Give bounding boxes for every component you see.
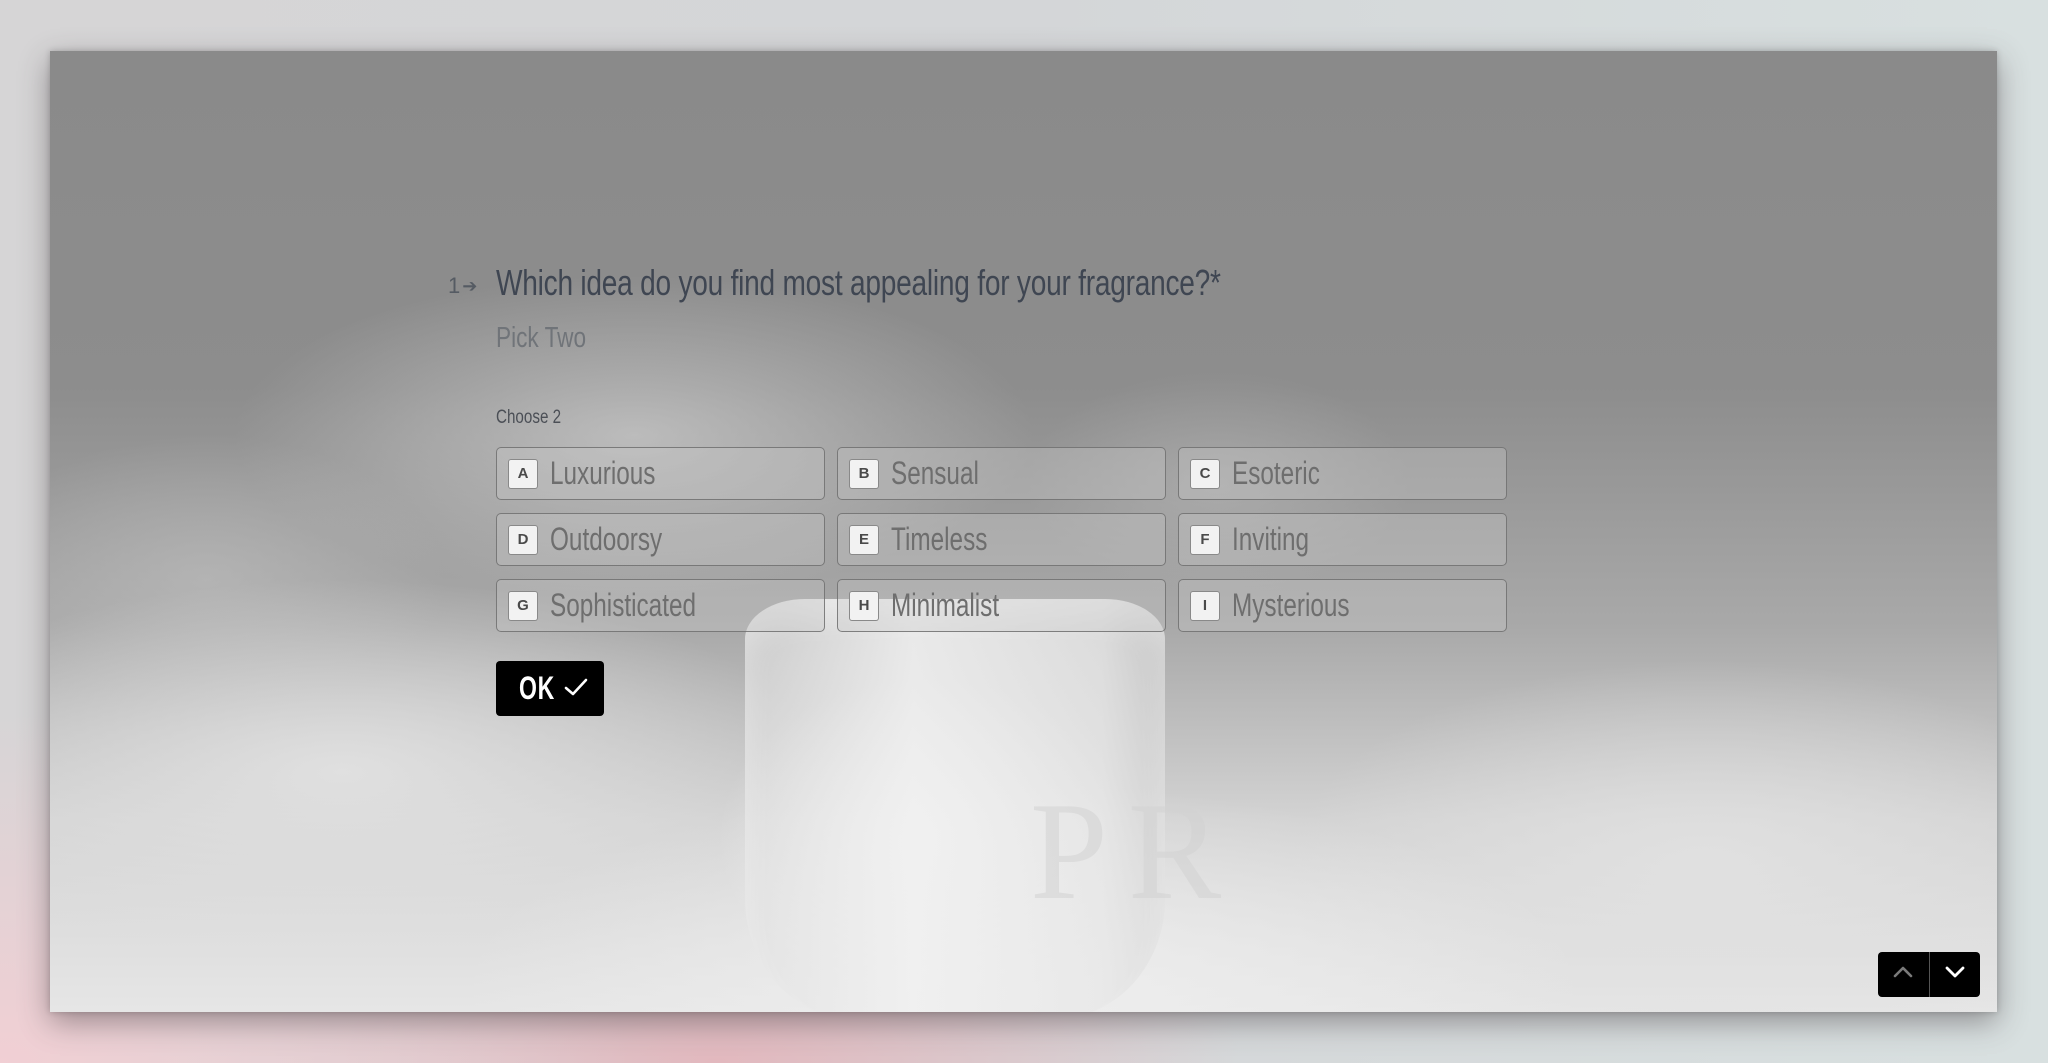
choice-b[interactable]: B Sensual (837, 447, 1166, 500)
choice-key: G (508, 590, 538, 621)
choice-label: Minimalist (891, 587, 1000, 623)
choice-h[interactable]: H Minimalist (837, 579, 1166, 632)
question-navigation (1878, 952, 1980, 997)
choice-label: Sensual (891, 455, 979, 491)
choice-key: D (508, 524, 538, 555)
choice-g[interactable]: G Sophisticated (496, 579, 825, 632)
choice-label: Sophisticated (550, 587, 697, 623)
choice-key: I (1190, 590, 1220, 621)
chevron-down-icon (1944, 965, 1966, 984)
previous-question-button[interactable] (1878, 952, 1929, 997)
choice-c[interactable]: C Esoteric (1178, 447, 1507, 500)
choice-key: A (508, 458, 538, 489)
question-number: 1 ➔ (448, 273, 477, 299)
choice-f[interactable]: F Inviting (1178, 513, 1507, 566)
choice-label: Inviting (1232, 521, 1310, 557)
choice-e[interactable]: E Timeless (837, 513, 1166, 566)
choice-i[interactable]: I Mysterious (1178, 579, 1507, 632)
choice-label: Outdoorsy (550, 521, 663, 557)
question-title: Which idea do you find most appealing fo… (496, 262, 1221, 303)
arrow-right-icon: ➔ (462, 275, 478, 296)
choice-label: Mysterious (1232, 587, 1350, 623)
question-number-text: 1 (448, 273, 461, 298)
choice-key: C (1190, 458, 1220, 489)
choice-key: E (849, 524, 879, 555)
ok-button-label: OK (519, 670, 555, 706)
ok-button[interactable]: OK (496, 661, 604, 716)
choice-label: Esoteric (1232, 455, 1320, 491)
checkmark-icon (564, 677, 588, 700)
question-description: Pick Two (496, 322, 587, 354)
chevron-up-icon (1892, 965, 1914, 984)
choice-count-hint: Choose 2 (496, 407, 562, 428)
choice-key: B (849, 458, 879, 489)
choice-d[interactable]: D Outdoorsy (496, 513, 825, 566)
question-content: 1 ➔ Which idea do you find most appealin… (0, 0, 2048, 1063)
choice-key: H (849, 590, 879, 621)
choice-key: F (1190, 524, 1220, 555)
next-question-button[interactable] (1930, 952, 1981, 997)
choice-a[interactable]: A Luxurious (496, 447, 825, 500)
choice-label: Luxurious (550, 455, 656, 491)
choice-label: Timeless (891, 521, 988, 557)
choice-grid: A Luxurious B Sensual C Esoteric D Outdo… (496, 447, 1507, 632)
